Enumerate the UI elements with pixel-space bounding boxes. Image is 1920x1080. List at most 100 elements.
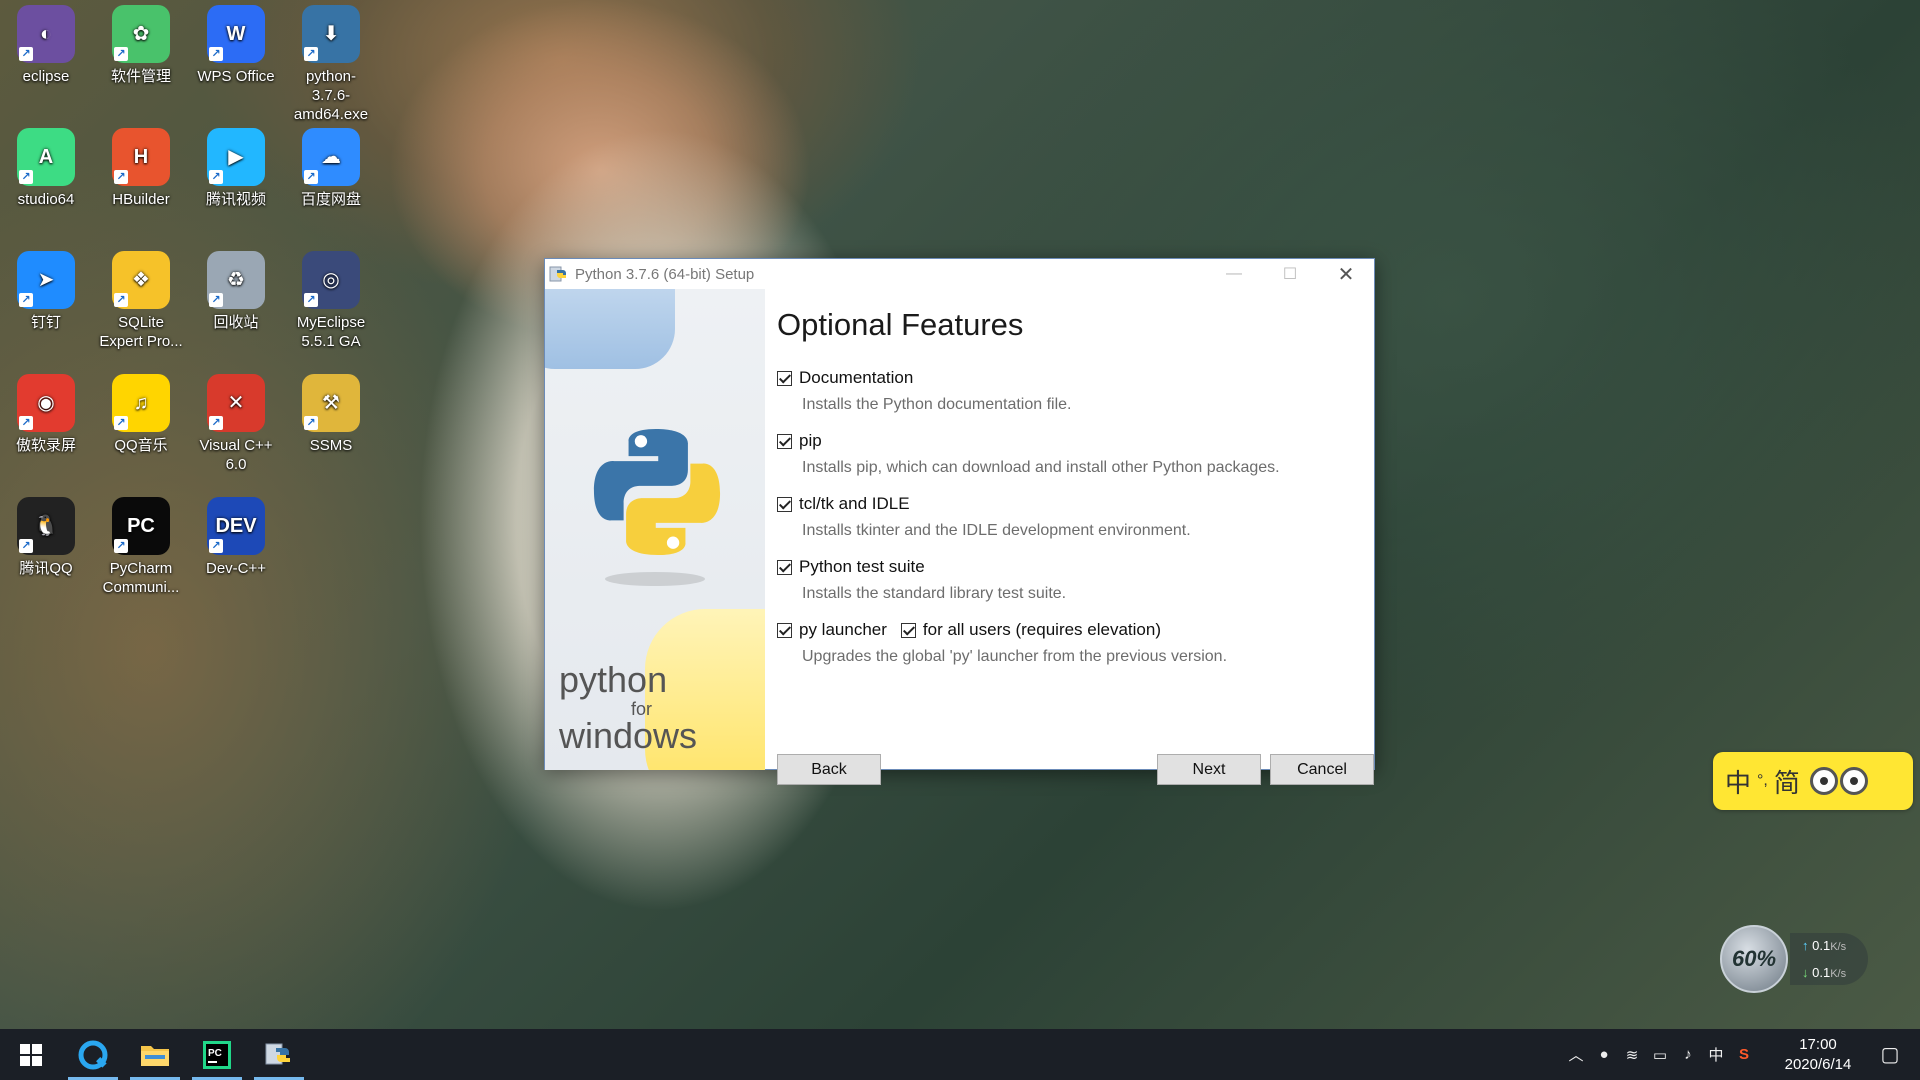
desktop-icon-label: WPS Office	[197, 68, 275, 85]
ime-mode[interactable]: 中	[1725, 763, 1751, 800]
sogou-ime-icon[interactable]: S	[1730, 1046, 1758, 1063]
desktop-icon[interactable]: ☁ ↗ 百度网盘	[287, 128, 375, 209]
start-button[interactable]	[0, 1029, 62, 1080]
feature-label[interactable]: pip	[799, 431, 822, 451]
dingtalk-icon: ➤ ↗	[17, 251, 75, 309]
desktop-icon[interactable]: ❖ ↗ SQLite Expert Pro...	[97, 251, 185, 351]
desktop-icon-label: MyEclipse 5.5.1 GA	[296, 314, 366, 350]
desktop-icon-label: SSMS	[309, 437, 353, 454]
desktop-icon[interactable]: H ↗ HBuilder	[97, 128, 185, 209]
visual-cpp-icon: ✕ ↗	[207, 374, 265, 432]
sqlite-expert-icon: ❖ ↗	[112, 251, 170, 309]
action-center-icon[interactable]: ▢	[1876, 1042, 1904, 1067]
desktop-icon-label: eclipse	[22, 68, 70, 85]
desktop-icon-label: Visual C++ 6.0	[199, 437, 273, 473]
clock[interactable]: 17:00 2020/6/14	[1778, 1035, 1858, 1075]
ime-punctuation[interactable]: °,	[1757, 772, 1768, 790]
all-users-label[interactable]: for all users (requires elevation)	[923, 620, 1161, 640]
memory-usage-ball[interactable]: 60%	[1720, 925, 1788, 993]
taskbar-pycharm[interactable]: PC	[186, 1029, 248, 1080]
shortcut-arrow-icon: ↗	[114, 293, 128, 307]
desktop-icon-label: QQ音乐	[114, 437, 168, 454]
battery-icon[interactable]: ▭	[1646, 1046, 1674, 1064]
python-logo-icon	[593, 428, 721, 556]
desktop-icon[interactable]: A ↗ studio64	[2, 128, 90, 209]
show-hidden-icons-chevron-up-icon[interactable]: ︿	[1562, 1044, 1590, 1065]
desktop-icon-label: 软件管理	[110, 68, 171, 85]
input-language[interactable]: 中	[1702, 1044, 1730, 1065]
desktop-icon[interactable]: ♻ ↗ 回收站	[192, 251, 280, 332]
taskbar-file-explorer[interactable]	[124, 1029, 186, 1080]
desktop-icon[interactable]: DEV ↗ Dev-C++	[192, 497, 280, 578]
desktop-icon[interactable]: 🐧 ↗ 腾讯QQ	[2, 497, 90, 578]
pip-checkbox[interactable]	[777, 433, 792, 449]
feature-label[interactable]: tcl/tk and IDLE	[799, 494, 910, 514]
shortcut-arrow-icon: ↗	[304, 293, 318, 307]
tcltk-idle-checkbox[interactable]	[777, 496, 792, 512]
eclipse-icon: ◐ ↗	[17, 5, 75, 63]
clock-time: 17:00	[1799, 1035, 1837, 1053]
desktop-icon-label: PyCharm Communi...	[102, 560, 180, 596]
desktop-icon-label: 百度网盘	[300, 191, 361, 208]
python-setup-icon	[549, 266, 566, 282]
shortcut-arrow-icon: ↗	[114, 416, 128, 430]
window-titlebar[interactable]: Python 3.7.6 (64-bit) Setup — ☐ ✕	[545, 259, 1374, 289]
desktop-icon[interactable]: ◎ ↗ MyEclipse 5.5.1 GA	[287, 251, 375, 351]
minimize-button[interactable]: —	[1206, 259, 1262, 289]
system-tray: ︿ ● ≋ ▭ ♪ 中 S 17:00 2020/6/14 ▢	[1562, 1029, 1920, 1080]
shortcut-arrow-icon: ↗	[114, 539, 128, 553]
desktop-icon-label: 腾讯视频	[205, 191, 266, 208]
desktop-icon[interactable]: ➤ ↗ 钉钉	[2, 251, 90, 332]
desktop-icon[interactable]: ✿ ↗ 软件管理	[97, 5, 185, 86]
taskbar-python-setup[interactable]	[248, 1029, 310, 1080]
shortcut-arrow-icon: ↗	[304, 47, 318, 61]
shortcut-arrow-icon: ↗	[19, 539, 33, 553]
test-suite-checkbox[interactable]	[777, 559, 792, 575]
cancel-button[interactable]: Cancel	[1270, 754, 1374, 785]
desktop-icon[interactable]: ◉ ↗ 傲软录屏	[2, 374, 90, 455]
pycharm-icon: PC	[203, 1040, 231, 1069]
desktop-icon-label: 钉钉	[30, 314, 61, 331]
all-users-checkbox[interactable]	[900, 622, 916, 638]
shortcut-arrow-icon: ↗	[304, 170, 318, 184]
desktop-icon[interactable]: ⚒ ↗ SSMS	[287, 374, 375, 455]
close-button[interactable]: ✕	[1318, 259, 1374, 289]
logo-shadow	[605, 572, 705, 586]
shortcut-arrow-icon: ↗	[209, 47, 223, 61]
maximize-button[interactable]: ☐	[1262, 259, 1318, 289]
network-monitor[interactable]: ↑ 0.1K/s ↓ 0.1K/s 60%	[1720, 925, 1868, 993]
desktop-icon[interactable]: ✕ ↗ Visual C++ 6.0	[192, 374, 280, 474]
desktop-icon[interactable]: ◐ ↗ eclipse	[2, 5, 90, 86]
net-rates: ↑ 0.1K/s ↓ 0.1K/s	[1790, 933, 1868, 985]
next-button[interactable]: Next	[1157, 754, 1261, 785]
feature-documentation: Documentation Installs the Python docume…	[777, 367, 1072, 414]
py-launcher-checkbox[interactable]	[777, 622, 792, 638]
shortcut-arrow-icon: ↗	[19, 170, 33, 184]
android-studio-icon: A ↗	[17, 128, 75, 186]
feature-tcltk-idle: tcl/tk and IDLE Installs tkinter and the…	[777, 493, 1191, 540]
documentation-checkbox[interactable]	[777, 370, 792, 386]
taskbar-browser[interactable]	[62, 1029, 124, 1080]
feature-label[interactable]: Python test suite	[799, 557, 925, 577]
desktop-icon[interactable]: ▶ ↗ 腾讯视频	[192, 128, 280, 209]
back-button[interactable]: Back	[777, 754, 881, 785]
page-title: Optional Features	[777, 307, 1024, 342]
download-rate: 0.1	[1812, 965, 1831, 980]
desktop-icon-label: Dev-C++	[205, 560, 267, 577]
upload-rate: 0.1	[1812, 938, 1831, 953]
feature-label[interactable]: Documentation	[799, 368, 913, 388]
qq-tray-icon[interactable]: ●	[1590, 1046, 1618, 1063]
ime-script[interactable]: 简	[1774, 763, 1800, 800]
desktop-icon[interactable]: ⬇ ↗ python-3.7.6-amd64.exe	[287, 5, 375, 124]
ime-status-bar[interactable]: 中 °, 简	[1713, 752, 1913, 810]
volume-icon[interactable]: ♪	[1674, 1046, 1702, 1063]
desktop-icon[interactable]: W ↗ WPS Office	[192, 5, 280, 86]
feature-description: Installs tkinter and the IDLE developmen…	[802, 522, 1191, 539]
wifi-icon[interactable]: ≋	[1618, 1046, 1646, 1064]
feature-description: Upgrades the global 'py' launcher from t…	[802, 648, 1228, 665]
desktop-icon[interactable]: ♫ ↗ QQ音乐	[97, 374, 185, 455]
feature-label[interactable]: py launcher	[799, 620, 887, 640]
baidu-netdisk-icon: ☁ ↗	[302, 128, 360, 186]
shortcut-arrow-icon: ↗	[19, 293, 33, 307]
desktop-icon[interactable]: PC ↗ PyCharm Communi...	[97, 497, 185, 597]
